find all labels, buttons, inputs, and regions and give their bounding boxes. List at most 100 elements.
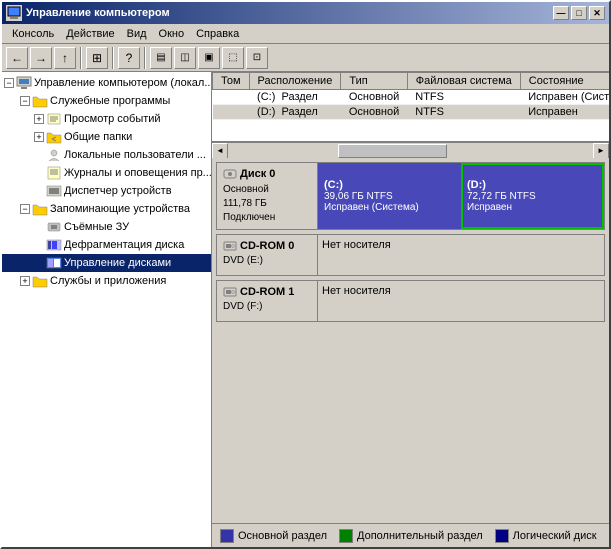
main-window: Управление компьютером — □ ✕ Консоль Дей…: [0, 0, 611, 549]
tree-item-local-users[interactable]: Локальные пользователи ...: [2, 146, 211, 164]
tree-toggle-storage[interactable]: −: [20, 204, 30, 214]
app-icon: [6, 5, 22, 21]
window-controls: — □ ✕: [553, 6, 605, 20]
tree-item-storage[interactable]: − Запоминающие устройства: [2, 200, 211, 218]
table-row[interactable]: (C:) Раздел Основной NTFS Исправен (Сист…: [213, 90, 610, 105]
tree-toggle-services[interactable]: +: [20, 276, 30, 286]
folder-icon-utilities: [32, 93, 48, 109]
col-fs[interactable]: Файловая система: [407, 73, 520, 90]
partition-c-label: (C:): [324, 179, 455, 191]
toolbar-btn-5[interactable]: ⊡: [246, 47, 268, 69]
tree-item-device-manager[interactable]: Диспетчер устройств: [2, 182, 211, 200]
close-button[interactable]: ✕: [589, 6, 605, 20]
col-type[interactable]: Тип: [341, 73, 407, 90]
horizontal-scrollbar[interactable]: ◄ ►: [212, 142, 609, 158]
cdrom-0-label: CD-ROM 0 DVD (E:): [217, 235, 317, 275]
toolbar-sep-3: [144, 47, 146, 69]
scroll-track[interactable]: [228, 144, 593, 158]
defrag-icon: [46, 237, 62, 253]
toolbar-sep-2: [112, 47, 114, 69]
cdrom-icon-0: [223, 239, 237, 253]
show-hide-tree-button[interactable]: ⊞: [86, 47, 108, 69]
tree-toggle-root[interactable]: −: [4, 78, 14, 88]
partition-d-detail: 72,72 ГБ NTFSИсправен: [467, 191, 598, 213]
cdrom-1-status: Нет носителя: [322, 285, 391, 297]
toolbar-btn-3[interactable]: ▣: [198, 47, 220, 69]
menu-help[interactable]: Справка: [190, 26, 245, 42]
toolbar-btn-4[interactable]: ⬚: [222, 47, 244, 69]
col-location[interactable]: Расположение: [249, 73, 341, 90]
disk-0-label: Диск 0 Основной111,78 ГБПодключен: [217, 163, 317, 229]
menubar: Консоль Действие Вид Окно Справка: [2, 24, 609, 44]
shared-icon: [46, 129, 62, 145]
scroll-right-button[interactable]: ►: [593, 143, 609, 159]
scroll-thumb[interactable]: [338, 144, 448, 158]
menu-action[interactable]: Действие: [60, 26, 120, 42]
disk-panel: Диск 0 Основной111,78 ГБПодключен (C:) 3…: [212, 158, 609, 523]
cell-fs-1: NTFS: [407, 90, 520, 105]
menu-view[interactable]: Вид: [121, 26, 153, 42]
cell-fs-2: NTFS: [407, 105, 520, 120]
scroll-left-button[interactable]: ◄: [212, 143, 228, 159]
tree-toggle-utilities[interactable]: −: [20, 96, 30, 106]
cdrom-0-content: Нет носителя: [317, 235, 604, 275]
tree-item-disk-mgmt[interactable]: Управление дисками: [2, 254, 211, 272]
cdrom-1-content: Нет носителя: [317, 281, 604, 321]
maximize-button[interactable]: □: [571, 6, 587, 20]
toolbar-sep-1: [80, 47, 82, 69]
tree-toggle-shared[interactable]: +: [34, 132, 44, 142]
tree-label-journals: Журналы и оповещения пр...: [64, 167, 212, 179]
menu-window[interactable]: Окно: [153, 26, 191, 42]
cdrom-0-name: CD-ROM 0: [240, 240, 294, 252]
titlebar: Управление компьютером — □ ✕: [2, 2, 609, 24]
top-table-area[interactable]: Том Расположение Тип Файловая система Со…: [212, 72, 609, 142]
tree-item-root[interactable]: − Управление компьютером (локал...: [2, 74, 211, 92]
tree-item-services[interactable]: + Службы и приложения: [2, 272, 211, 290]
legend-logical-label: Логический диск: [513, 530, 597, 542]
back-button[interactable]: ←: [6, 47, 28, 69]
tree-toggle-events[interactable]: +: [34, 114, 44, 124]
cdrom-1-sub: DVD (F:): [223, 301, 311, 312]
toolbar-btn-2[interactable]: ◫: [174, 47, 196, 69]
window-title: Управление компьютером: [26, 7, 553, 19]
col-status[interactable]: Состояние: [520, 73, 609, 90]
journals-icon: [46, 165, 62, 181]
disk-0-info: Основной111,78 ГБПодключен: [223, 183, 311, 225]
tree-item-shared-folders[interactable]: + Общие папки: [2, 128, 211, 146]
partition-c[interactable]: (C:) 39,06 ГБ NTFSИсправен (Система): [318, 163, 461, 229]
legend: Основной раздел Дополнительный раздел Ло…: [212, 523, 609, 547]
events-icon: [46, 111, 62, 127]
device-manager-icon: [46, 183, 62, 199]
cdrom-0-sub: DVD (E:): [223, 255, 311, 266]
partition-c-detail: 39,06 ГБ NTFSИсправен (Система): [324, 191, 455, 213]
legend-logical: Логический диск: [495, 529, 597, 543]
cdrom-1-name: CD-ROM 1: [240, 286, 294, 298]
cell-type-2: Основной: [341, 105, 407, 120]
tree-label-disk-mgmt: Управление дисками: [64, 257, 171, 269]
help-button[interactable]: ?: [118, 47, 140, 69]
menu-console[interactable]: Консоль: [6, 26, 60, 42]
tree-item-events[interactable]: + Просмотр событий: [2, 110, 211, 128]
users-icon: [46, 147, 62, 163]
tree-item-journals[interactable]: Журналы и оповещения пр...: [2, 164, 211, 182]
cdrom-icon-1: [223, 285, 237, 299]
disk-entry-0: Диск 0 Основной111,78 ГБПодключен (C:) 3…: [216, 162, 605, 230]
table-row[interactable]: (D:) Раздел Основной NTFS Исправен: [213, 105, 610, 120]
sidebar-tree[interactable]: − Управление компьютером (локал... − Слу…: [2, 72, 212, 547]
forward-button[interactable]: →: [30, 47, 52, 69]
tree-label-device-manager: Диспетчер устройств: [64, 185, 172, 197]
legend-extended-box: [339, 529, 353, 543]
minimize-button[interactable]: —: [553, 6, 569, 20]
right-panel: Том Расположение Тип Файловая система Со…: [212, 72, 609, 547]
tree-item-defrag[interactable]: Дефрагментация диска: [2, 236, 211, 254]
up-button[interactable]: ↑: [54, 47, 76, 69]
tree-item-utilities[interactable]: − Служебные программы: [2, 92, 211, 110]
partition-d[interactable]: (D:) 72,72 ГБ NTFSИсправен: [461, 163, 604, 229]
partition-d-label: (D:): [467, 179, 598, 191]
tree-item-removable[interactable]: Съёмные ЗУ: [2, 218, 211, 236]
col-volume[interactable]: Том: [213, 73, 250, 90]
cdrom-0-header: CD-ROM 0 DVD (E:) Нет носителя: [217, 235, 604, 275]
toolbar-btn-1[interactable]: ▤: [150, 47, 172, 69]
cell-vol-1: [213, 90, 250, 105]
tree-label-storage: Запоминающие устройства: [50, 203, 190, 215]
